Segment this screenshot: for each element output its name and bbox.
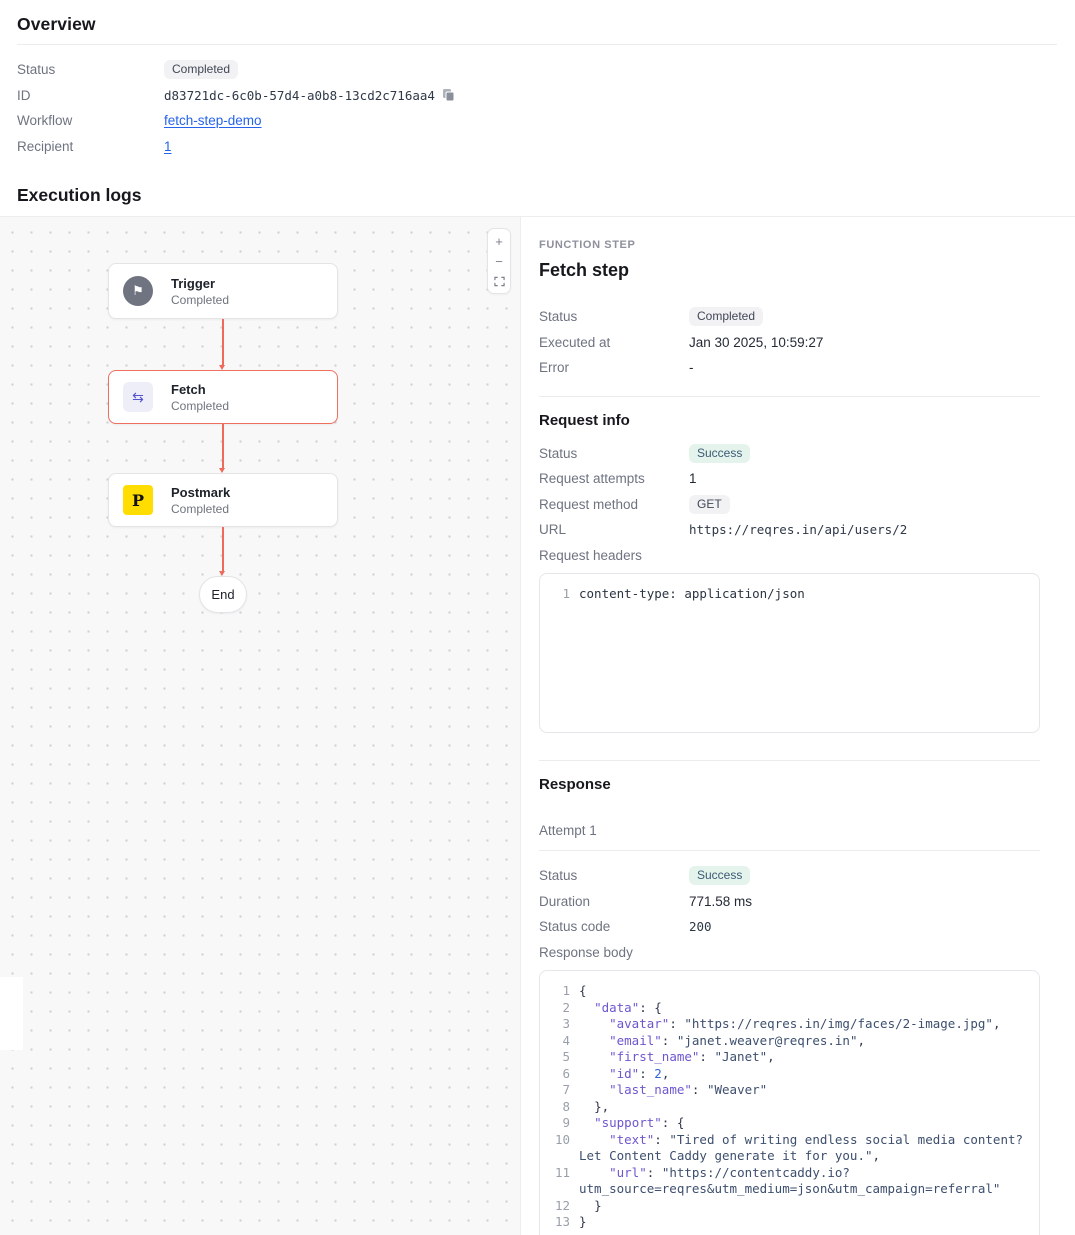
code-line: 6 "id": 2, (552, 1066, 1027, 1083)
status-badge: Completed (164, 60, 238, 79)
end-label: End (211, 587, 234, 602)
code-line: 3 "avatar": "https://reqres.in/img/faces… (552, 1016, 1027, 1033)
divider (539, 760, 1040, 761)
zoom-in-button[interactable]: + (489, 231, 509, 251)
divider (539, 396, 1040, 397)
request-attempts-value: 1 (689, 471, 697, 486)
code-line: 10 "text": "Tired of writing endless soc… (552, 1132, 1027, 1165)
zoom-out-button[interactable]: − (489, 251, 509, 271)
node-status: Completed (171, 502, 230, 516)
overview-section: Overview Status Completed ID d83721dc-6c… (0, 0, 1075, 159)
request-headers-code-block[interactable]: 1content-type: application/json (539, 573, 1040, 733)
status-code-value: 200 (689, 919, 712, 934)
request-attempts-label: Request attempts (539, 471, 689, 486)
response-rows: Status Success Duration 771.58 ms Status… (539, 863, 1040, 965)
node-status: Completed (171, 399, 229, 413)
url-label: URL (539, 522, 689, 537)
overview-rows: Status Completed ID d83721dc-6c0b-57d4-a… (17, 57, 1057, 159)
status-label: Status (17, 62, 164, 77)
node-title: Fetch (171, 382, 229, 397)
url-value: https://reqres.in/api/users/2 (689, 522, 907, 537)
step-detail-panel: FUNCTION STEP Fetch step Status Complete… (521, 217, 1075, 1235)
workflow-link[interactable]: fetch-step-demo (164, 113, 262, 128)
workflow-canvas[interactable]: ⚑ Trigger Completed ⇆ Fetch Completed P … (0, 217, 521, 1235)
code-line: 12 } (552, 1198, 1027, 1215)
edge-postmark-end (222, 527, 224, 571)
canvas-side-panel (0, 977, 23, 1050)
node-status: Completed (171, 293, 229, 307)
executed-at-value: Jan 30 2025, 10:59:27 (689, 335, 823, 350)
run-detail-page: Overview Status Completed ID d83721dc-6c… (0, 0, 1075, 1235)
swap-arrows-icon: ⇆ (123, 382, 153, 412)
response-status-badge: Success (689, 866, 750, 885)
id-label: ID (17, 88, 164, 103)
code-line: 4 "email": "janet.weaver@reqres.in", (552, 1033, 1027, 1050)
status-label: Status (539, 309, 689, 324)
execution-logs-title: Execution logs (0, 159, 1075, 216)
code-line: 2 "data": { (552, 1000, 1027, 1017)
node-trigger[interactable]: ⚑ Trigger Completed (108, 263, 338, 319)
execution-logs-panel: ⚑ Trigger Completed ⇆ Fetch Completed P … (0, 216, 1075, 1235)
code-line: 13} (552, 1214, 1027, 1231)
divider (539, 850, 1040, 851)
step-status-badge: Completed (689, 307, 763, 326)
overview-recipient-row: Recipient 1 (17, 134, 1057, 160)
edge-trigger-fetch (222, 319, 224, 365)
edge-fetch-postmark (222, 424, 224, 468)
step-type-label: FUNCTION STEP (539, 239, 1040, 251)
overview-divider (17, 44, 1057, 45)
overview-status-row: Status Completed (17, 57, 1057, 83)
request-status-badge: Success (689, 444, 750, 463)
request-status-label: Status (539, 446, 689, 461)
error-value: - (689, 360, 694, 375)
code-line: 9 "support": { (552, 1115, 1027, 1132)
step-meta-rows: Status Completed Executed at Jan 30 2025… (539, 304, 1040, 381)
fit-view-icon[interactable] (489, 271, 509, 291)
overview-workflow-row: Workflow fetch-step-demo (17, 108, 1057, 134)
postmark-logo-icon: P (123, 485, 153, 515)
canvas-zoom-controls: + − (487, 228, 511, 294)
node-title: Trigger (171, 276, 229, 291)
node-fetch[interactable]: ⇆ Fetch Completed (108, 370, 338, 424)
flag-icon: ⚑ (123, 276, 153, 306)
code-line: 1{ (552, 983, 1027, 1000)
overview-title: Overview (17, 14, 1057, 35)
node-postmark[interactable]: P Postmark Completed (108, 473, 338, 527)
recipient-link[interactable]: 1 (164, 139, 172, 154)
response-title: Response (539, 776, 1040, 793)
executed-at-label: Executed at (539, 335, 689, 350)
step-title: Fetch step (539, 260, 1040, 281)
node-end[interactable]: End (199, 576, 247, 613)
response-body-code-block[interactable]: 1{2 "data": {3 "avatar": "https://reqres… (539, 970, 1040, 1235)
code-line: 1content-type: application/json (552, 586, 1027, 603)
copy-icon[interactable] (442, 88, 455, 102)
response-body-label: Response body (539, 945, 689, 960)
workflow-label: Workflow (17, 113, 164, 128)
response-status-label: Status (539, 868, 689, 883)
recipient-label: Recipient (17, 139, 164, 154)
code-line: 8 }, (552, 1099, 1027, 1116)
request-headers-label: Request headers (539, 548, 689, 563)
request-method-label: Request method (539, 497, 689, 512)
request-info-title: Request info (539, 412, 1040, 429)
request-method-badge: GET (689, 495, 730, 514)
error-label: Error (539, 360, 689, 375)
code-line: 5 "first_name": "Janet", (552, 1049, 1027, 1066)
status-code-label: Status code (539, 919, 689, 934)
transaction-id: d83721dc-6c0b-57d4-a0b8-13cd2c716aa4 (164, 88, 435, 103)
node-title: Postmark (171, 485, 230, 500)
duration-value: 771.58 ms (689, 894, 752, 909)
attempt-label: Attempt 1 (539, 823, 1040, 838)
request-info-rows: Status Success Request attempts 1 Reques… (539, 441, 1040, 569)
duration-label: Duration (539, 894, 689, 909)
code-line: 11 "url": "https://contentcaddy.io?utm_s… (552, 1165, 1027, 1198)
overview-id-row: ID d83721dc-6c0b-57d4-a0b8-13cd2c716aa4 (17, 83, 1057, 109)
code-line: 7 "last_name": "Weaver" (552, 1082, 1027, 1099)
